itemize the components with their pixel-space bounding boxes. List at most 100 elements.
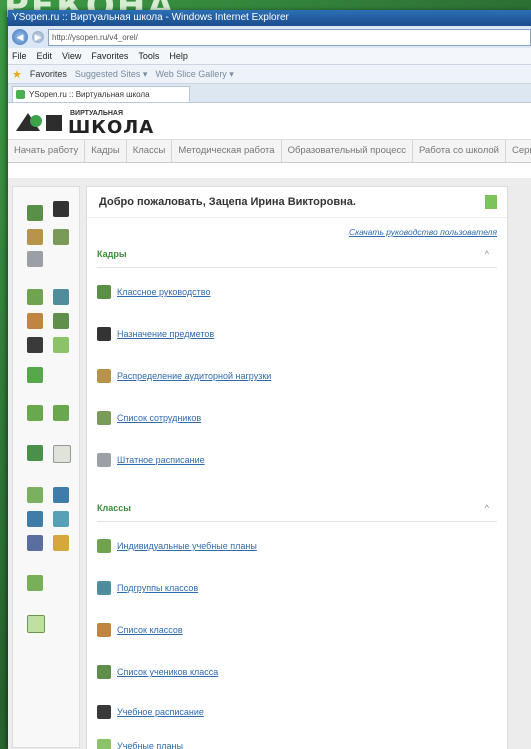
item-label[interactable]: Учебные планы: [117, 741, 183, 749]
section-divider: [97, 521, 497, 522]
tab-strip: YSopen.ru :: Виртуальная школа: [8, 84, 531, 103]
student-group-icon: [97, 539, 111, 553]
timetable-icon[interactable]: [27, 337, 43, 353]
site-header: ВИРТУАЛЬНАЯ ШКОЛА: [8, 103, 531, 139]
timetable-icon: [97, 705, 111, 719]
students-icon[interactable]: [53, 313, 69, 329]
list-item[interactable]: Учебные планы: [97, 739, 183, 749]
url-field[interactable]: http://ysopen.ru/v4_orel/: [48, 28, 531, 46]
class-desk-icon: [97, 623, 111, 637]
logo-subtitle: ВИРТУАЛЬНАЯ: [70, 110, 123, 117]
section-title-classes[interactable]: Классы: [97, 503, 131, 513]
clipboard-icon[interactable]: [27, 615, 45, 633]
schedule-icon[interactable]: [27, 251, 43, 267]
mail-icon[interactable]: [27, 575, 43, 591]
favorites-button[interactable]: Favorites: [30, 69, 67, 79]
list-item[interactable]: Распределение аудиторной нагрузки: [97, 369, 271, 383]
nav-educational[interactable]: Образовательный процесс: [282, 140, 413, 162]
item-label[interactable]: Список сотрудников: [117, 413, 201, 423]
report-icon[interactable]: [27, 487, 43, 503]
logo-square-icon: [46, 115, 62, 131]
quick-icon-sidebar: [12, 186, 80, 748]
logo-title[interactable]: ШКОЛА: [68, 117, 154, 138]
web-slice-gallery-link[interactable]: Web Slice Gallery ▾: [155, 69, 233, 80]
stats-icon[interactable]: [27, 535, 43, 551]
workload-icon[interactable]: [27, 229, 43, 245]
item-label[interactable]: Подгруппы классов: [117, 583, 198, 593]
list-item[interactable]: Назначение предметов: [97, 327, 214, 341]
window-title: YSopen.ru :: Виртуальная школа - Windows…: [8, 10, 531, 26]
nav-service[interactable]: Сервис: [506, 140, 531, 162]
list-item[interactable]: Индивидуальные учебные планы: [97, 539, 257, 553]
item-label[interactable]: Классное руководство: [117, 287, 210, 297]
list-item[interactable]: Список сотрудников: [97, 411, 201, 425]
list-item[interactable]: Список классов: [97, 623, 183, 637]
welcome-heading: Добро пожаловать, Зацепа Ирина Викторовн…: [87, 187, 507, 218]
tab-label: YSopen.ru :: Виртуальная школа: [29, 90, 150, 99]
subjects-board-icon: [97, 327, 111, 341]
menu-file[interactable]: File: [12, 48, 27, 64]
item-label[interactable]: Список классов: [117, 625, 183, 635]
student-group-icon[interactable]: [27, 289, 43, 305]
nav-staff[interactable]: Кадры: [85, 140, 127, 162]
calendar-blue-icon[interactable]: [27, 511, 43, 527]
suggested-sites-link[interactable]: Suggested Sites ▾: [75, 69, 148, 80]
teachers-icon: [97, 285, 111, 299]
menu-favorites[interactable]: Favorites: [91, 48, 128, 64]
menu-view[interactable]: View: [62, 48, 81, 64]
star-icon: ★: [12, 68, 22, 81]
workload-icon: [97, 369, 111, 383]
monitor-icon[interactable]: [53, 511, 69, 527]
list-item[interactable]: Список учеников класса: [97, 665, 218, 679]
students-icon: [97, 665, 111, 679]
collapse-icon[interactable]: ^: [485, 249, 489, 259]
nav-school[interactable]: Работа со школой: [413, 140, 506, 162]
list-item[interactable]: Подгруппы классов: [97, 581, 198, 595]
nav-start[interactable]: Начать работу: [8, 140, 86, 162]
item-label[interactable]: Назначение предметов: [117, 329, 214, 339]
back-icon[interactable]: ◀: [12, 29, 28, 45]
nav-methodical[interactable]: Методическая работа: [172, 140, 282, 162]
bell-icon[interactable]: [53, 535, 69, 551]
item-label[interactable]: Учебное расписание: [117, 707, 204, 717]
staff-list-icon[interactable]: [53, 229, 69, 245]
calendar-icon: [97, 739, 111, 749]
subjects-board-icon[interactable]: [53, 201, 69, 217]
schedule-icon: [97, 453, 111, 467]
green-doc-icon[interactable]: [27, 367, 43, 383]
menu-edit[interactable]: Edit: [37, 48, 53, 64]
site-navigation: Начать работу Кадры Классы Методическая …: [8, 139, 531, 163]
favorites-bar: ★ Favorites Suggested Sites ▾ Web Slice …: [8, 65, 531, 84]
browser-tab[interactable]: YSopen.ru :: Виртуальная школа: [12, 86, 190, 102]
item-label[interactable]: Распределение аудиторной нагрузки: [117, 371, 271, 381]
menu-bar: File Edit View Favorites Tools Help: [8, 48, 531, 65]
subgroups-icon: [97, 581, 111, 595]
pencil-icon[interactable]: [53, 405, 69, 421]
list-item[interactable]: Учебное расписание: [97, 705, 204, 719]
menu-tools[interactable]: Tools: [138, 48, 159, 64]
abc-pencil-icon[interactable]: [27, 405, 43, 421]
welcome-text: Добро пожаловать, Зацепа Ирина Викторовн…: [99, 196, 356, 208]
chart-icon[interactable]: [53, 487, 69, 503]
forward-icon[interactable]: ▶: [32, 31, 44, 43]
calendar-icon[interactable]: [53, 337, 69, 353]
collapse-icon[interactable]: ^: [485, 503, 489, 513]
item-label[interactable]: Список учеников класса: [117, 667, 218, 677]
list-item[interactable]: Штатное расписание: [97, 453, 205, 467]
grid-table-icon[interactable]: [27, 445, 43, 461]
subgroups-icon[interactable]: [53, 289, 69, 305]
list-item[interactable]: Классное руководство: [97, 285, 210, 299]
teachers-icon[interactable]: [27, 205, 43, 221]
class-desk-icon[interactable]: [27, 313, 43, 329]
item-label[interactable]: Штатное расписание: [117, 455, 205, 465]
menu-help[interactable]: Help: [169, 48, 188, 64]
list-icon[interactable]: [53, 445, 71, 463]
section-title-staff[interactable]: Кадры: [97, 249, 127, 259]
user-guide-link[interactable]: Скачать руководство пользователя: [349, 227, 497, 237]
section-divider: [97, 267, 497, 268]
browser-window: YSopen.ru :: Виртуальная школа - Windows…: [8, 10, 531, 749]
nav-classes[interactable]: Классы: [127, 140, 173, 162]
item-label[interactable]: Индивидуальные учебные планы: [117, 541, 257, 551]
logo-circle-icon: [30, 115, 42, 127]
green-doc-icon[interactable]: [485, 195, 497, 209]
